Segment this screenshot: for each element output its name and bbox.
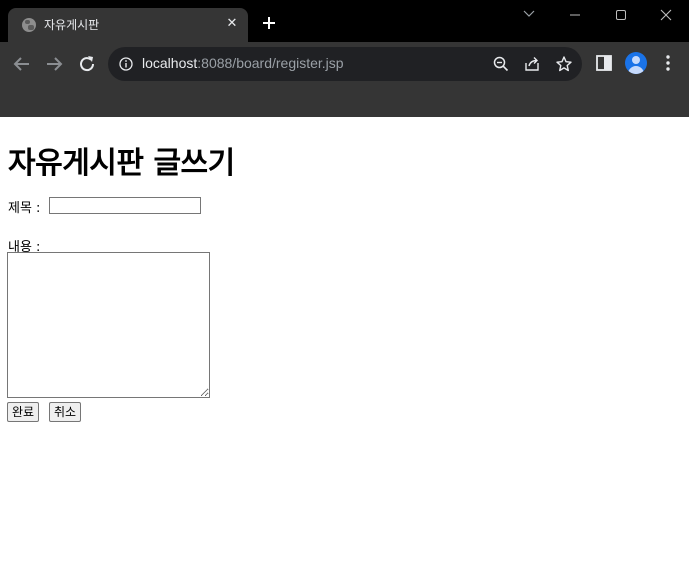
- new-tab-button[interactable]: [258, 12, 280, 34]
- globe-icon: [22, 18, 36, 32]
- share-icon[interactable]: [523, 55, 541, 73]
- more-menu-icon[interactable]: [657, 52, 679, 74]
- title-label: 제목 :: [8, 201, 41, 216]
- close-icon: [660, 9, 672, 21]
- page-title: 자유게시판 글쓰기: [8, 146, 235, 181]
- minimize-button[interactable]: [552, 0, 598, 32]
- page-content: 자유게시판 글쓰기 제목 : 내용 : 완료 취소: [0, 117, 689, 574]
- cancel-button[interactable]: 취소: [49, 402, 82, 422]
- minimize-icon: [570, 14, 580, 16]
- tab-title: 자유게시판: [44, 18, 100, 32]
- browser-toolbar: localhost:8088/board/register.jsp: [0, 42, 689, 117]
- info-icon[interactable]: [119, 57, 133, 71]
- forward-button[interactable]: [42, 52, 66, 76]
- title-input[interactable]: [49, 197, 201, 214]
- arrow-right-icon: [47, 57, 63, 71]
- browser-tab[interactable]: 자유게시판 ✕: [8, 8, 248, 42]
- plus-icon: [263, 17, 275, 29]
- submit-button[interactable]: 완료: [7, 402, 40, 422]
- profile-avatar[interactable]: [625, 52, 647, 74]
- maximize-icon: [616, 10, 626, 20]
- tab-search-button[interactable]: [506, 0, 552, 32]
- content-textarea[interactable]: [7, 252, 210, 398]
- close-window-button[interactable]: [643, 0, 689, 32]
- arrow-left-icon: [13, 57, 29, 71]
- url-path: :8088/board/register.jsp: [197, 55, 344, 71]
- reload-button[interactable]: [75, 52, 99, 76]
- side-panel-icon[interactable]: [593, 52, 615, 74]
- bookmark-star-icon[interactable]: [555, 55, 573, 73]
- tab-close-icon[interactable]: ✕: [224, 14, 240, 34]
- back-button[interactable]: [10, 52, 34, 76]
- url-text[interactable]: localhost:8088/board/register.jsp: [142, 55, 344, 71]
- zoom-out-icon[interactable]: [492, 55, 510, 73]
- chevron-down-icon: [523, 10, 535, 17]
- maximize-button[interactable]: [598, 0, 644, 32]
- reload-icon: [80, 56, 95, 72]
- url-host: localhost: [142, 55, 198, 71]
- browser-titlebar: 자유게시판 ✕: [0, 0, 689, 42]
- address-bar[interactable]: localhost:8088/board/register.jsp: [108, 47, 582, 81]
